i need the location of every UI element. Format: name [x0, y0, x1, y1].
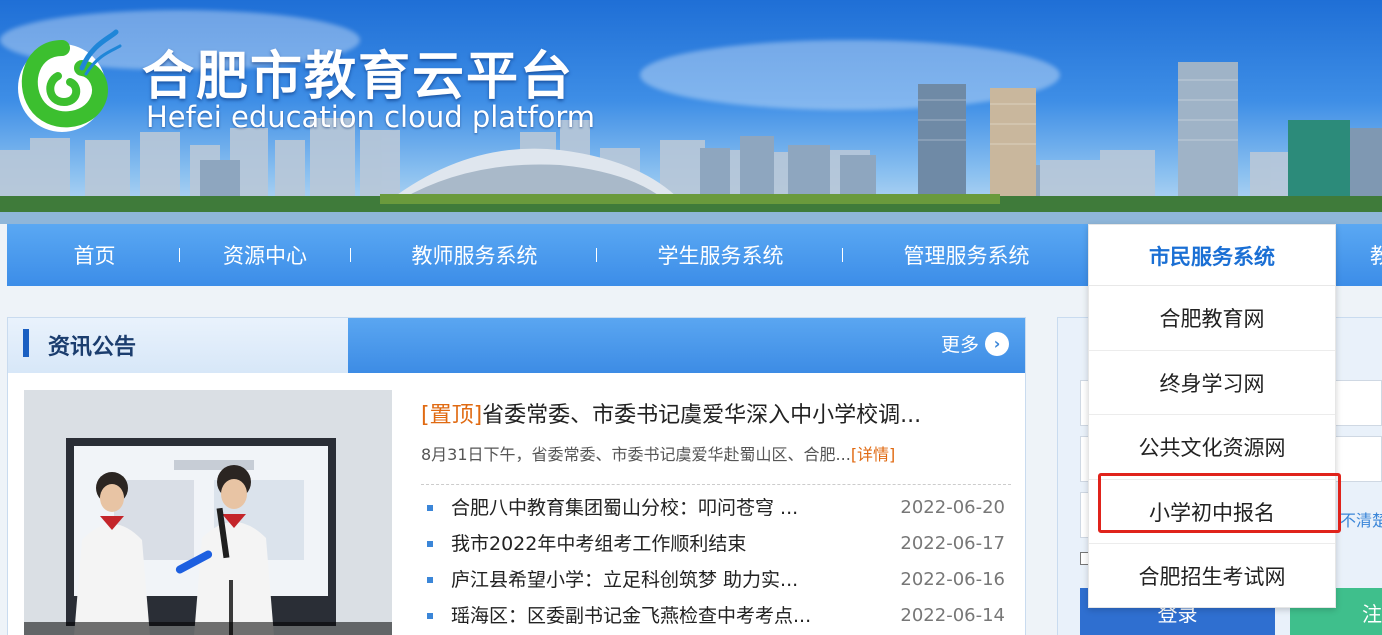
news-panel-title: 资讯公告 — [48, 335, 137, 360]
news-list-item[interactable]: 瑶海区：区委副书记金飞燕检查中考考点... 2022-06-14 — [421, 598, 1013, 634]
nav-item-truncated[interactable]: 教 — [1370, 224, 1382, 286]
photo-caption-strip — [24, 622, 392, 635]
dropdown-item-admission-exam[interactable]: 合肥招生考试网 — [1089, 544, 1335, 609]
nav-separator — [842, 248, 843, 262]
top-news-summary-text: 8月31日下午，省委常委、市委书记虞爱华赴蜀山区、合肥... — [421, 445, 851, 464]
news-item-date: 2022-06-17 — [900, 533, 1005, 554]
news-item-date: 2022-06-20 — [900, 497, 1005, 518]
nav-item-teacher-service[interactable]: 教师服务系统 — [387, 224, 562, 286]
bullet-icon — [427, 577, 433, 583]
news-more-link[interactable]: 更多 › — [941, 330, 1009, 357]
nav-item-resource-center[interactable]: 资源中心 — [200, 224, 330, 286]
top-news-title[interactable]: [置顶]省委常委、市委书记虞爱华深入中小学校调... — [421, 397, 921, 429]
top-news-summary: 8月31日下午，省委常委、市委书记虞爱华赴蜀山区、合肥...[详情] — [421, 441, 895, 465]
news-item-title: 合肥八中教育集团蜀山分校：叩问苍穹 ... — [451, 497, 799, 519]
news-list: 合肥八中教育集团蜀山分校：叩问苍穹 ... 2022-06-20 我市2022年… — [421, 490, 1013, 634]
pinned-tag: [置顶] — [421, 403, 483, 428]
dropdown-item-public-culture[interactable]: 公共文化资源网 — [1089, 415, 1335, 480]
chevron-right-icon: › — [985, 331, 1009, 356]
news-photo[interactable] — [24, 390, 392, 635]
news-item-title: 我市2022年中考组考工作顺利结束 — [451, 533, 747, 555]
news-divider — [421, 484, 1011, 485]
citizen-service-dropdown: 市民服务系统 合肥教育网 终身学习网 公共文化资源网 小学初中报名 合肥招生考试… — [1088, 224, 1336, 608]
nav-separator — [350, 248, 351, 262]
news-list-item[interactable]: 庐江县希望小学：立足科创筑梦 助力实... 2022-06-16 — [421, 562, 1013, 598]
news-item-date: 2022-06-16 — [900, 569, 1005, 590]
nav-item-home[interactable]: 首页 — [37, 224, 152, 286]
news-item-title: 庐江县希望小学：立足科创筑梦 助力实... — [451, 569, 799, 591]
dropdown-item-lifelong-learning[interactable]: 终身学习网 — [1089, 351, 1335, 415]
forgot-password-link[interactable]: 不清楚 — [1340, 507, 1382, 531]
nav-separator — [179, 248, 180, 262]
news-panel-title-bar — [23, 329, 29, 357]
nav-item-student-service[interactable]: 学生服务系统 — [633, 224, 808, 286]
bullet-icon — [427, 505, 433, 511]
students-classroom-photo — [24, 390, 392, 635]
bullet-icon — [427, 541, 433, 547]
bullet-icon — [427, 613, 433, 619]
news-item-title: 瑶海区：区委副书记金飞燕检查中考考点... — [451, 605, 812, 627]
nav-item-management-service[interactable]: 管理服务系统 — [879, 224, 1054, 286]
hefei-education-logo-icon — [18, 29, 122, 132]
news-item-date: 2022-06-14 — [900, 605, 1005, 626]
news-panel: 资讯公告 更多 › [置顶]省委常委、市委书记虞爱华深入中小学校调... 8月3… — [7, 317, 1026, 635]
dropdown-item-hefei-education-net[interactable]: 合肥教育网 — [1089, 286, 1335, 351]
details-link[interactable]: [详情] — [851, 445, 896, 464]
top-news-title-text: 省委常委、市委书记虞爱华深入中小学校调... — [482, 403, 922, 428]
nav-separator — [596, 248, 597, 262]
news-list-item[interactable]: 我市2022年中考组考工作顺利结束 2022-06-17 — [421, 526, 1013, 562]
site-title-cn: 合肥市教育云平台 — [142, 47, 575, 107]
nav-item-citizen-service[interactable]: 市民服务系统 — [1089, 225, 1335, 286]
enrollment-highlight-box — [1098, 473, 1341, 533]
news-more-label: 更多 — [940, 334, 979, 356]
site-title-en: Hefei education cloud platform — [146, 100, 596, 134]
header-banner: 合肥市教育云平台 Hefei education cloud platform — [0, 0, 1382, 224]
news-list-item[interactable]: 合肥八中教育集团蜀山分校：叩问苍穹 ... 2022-06-20 — [421, 490, 1013, 526]
